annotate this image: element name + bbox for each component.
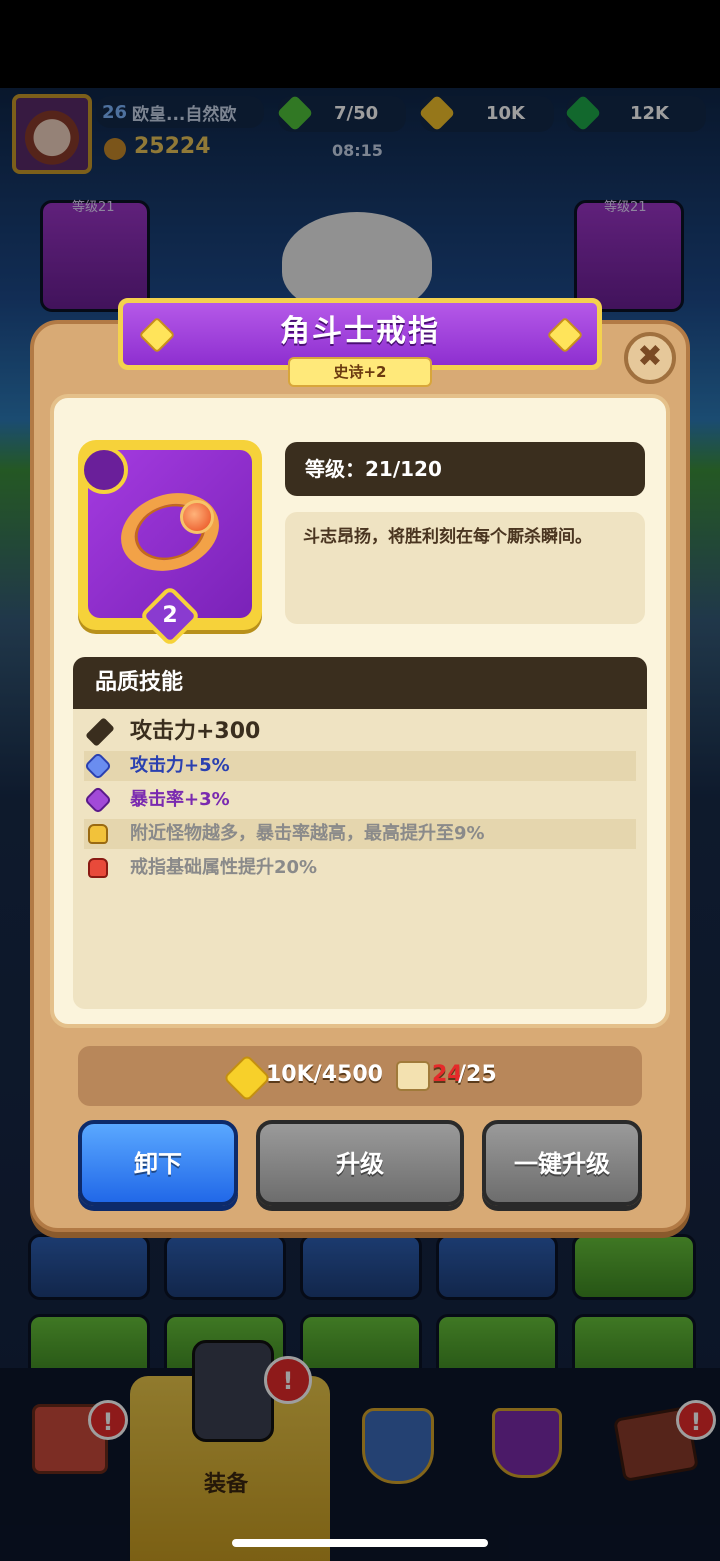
sword-icon	[85, 717, 115, 747]
close-button[interactable]: ✖	[624, 332, 676, 384]
scroll-icon	[396, 1061, 430, 1091]
eye-icon	[80, 446, 128, 494]
skill-row: 攻击力+5%	[83, 751, 636, 781]
ring-gem-icon	[180, 500, 214, 534]
skill-row: 攻击力+300	[84, 717, 636, 747]
lock-icon	[88, 824, 108, 844]
skill-text: 攻击力+5%	[130, 755, 230, 776]
skills-header: 品质技能	[73, 657, 647, 709]
skill-text: 戒指基础属性提升20%	[130, 857, 318, 878]
skill-row: 附近怪物越多，暴击率越高，最高提升至9%	[84, 819, 636, 849]
skill-text: 附近怪物越多，暴击率越高，最高提升至9%	[130, 823, 485, 844]
lock-red-icon	[88, 858, 108, 878]
scroll-need: /25	[458, 1062, 497, 1087]
gold-cost: 10K/4500	[266, 1062, 383, 1087]
skill-text: 暴击率+3%	[130, 789, 230, 810]
skill-row: 暴击率+3%	[83, 785, 636, 815]
home-indicator[interactable]	[232, 1539, 488, 1547]
upgrade-all-button[interactable]: 一键升级	[482, 1120, 642, 1206]
blue-gem-icon	[83, 751, 113, 781]
item-description: 斗志昂扬，将胜利刻在每个厮杀瞬间。	[285, 512, 645, 624]
rarity-badge: 史诗+2	[288, 357, 432, 387]
item-title: 角斗士戒指	[280, 314, 440, 349]
unequip-button[interactable]: 卸下	[78, 1120, 238, 1206]
skill-text: 攻击力+300	[130, 719, 261, 744]
star-level-value: 2	[162, 603, 178, 628]
purple-gem-icon	[83, 785, 113, 815]
upgrade-button[interactable]: 升级	[256, 1120, 464, 1206]
skill-row: 戒指基础属性提升20%	[84, 853, 636, 883]
level-label: 等级：21/120	[285, 442, 645, 496]
